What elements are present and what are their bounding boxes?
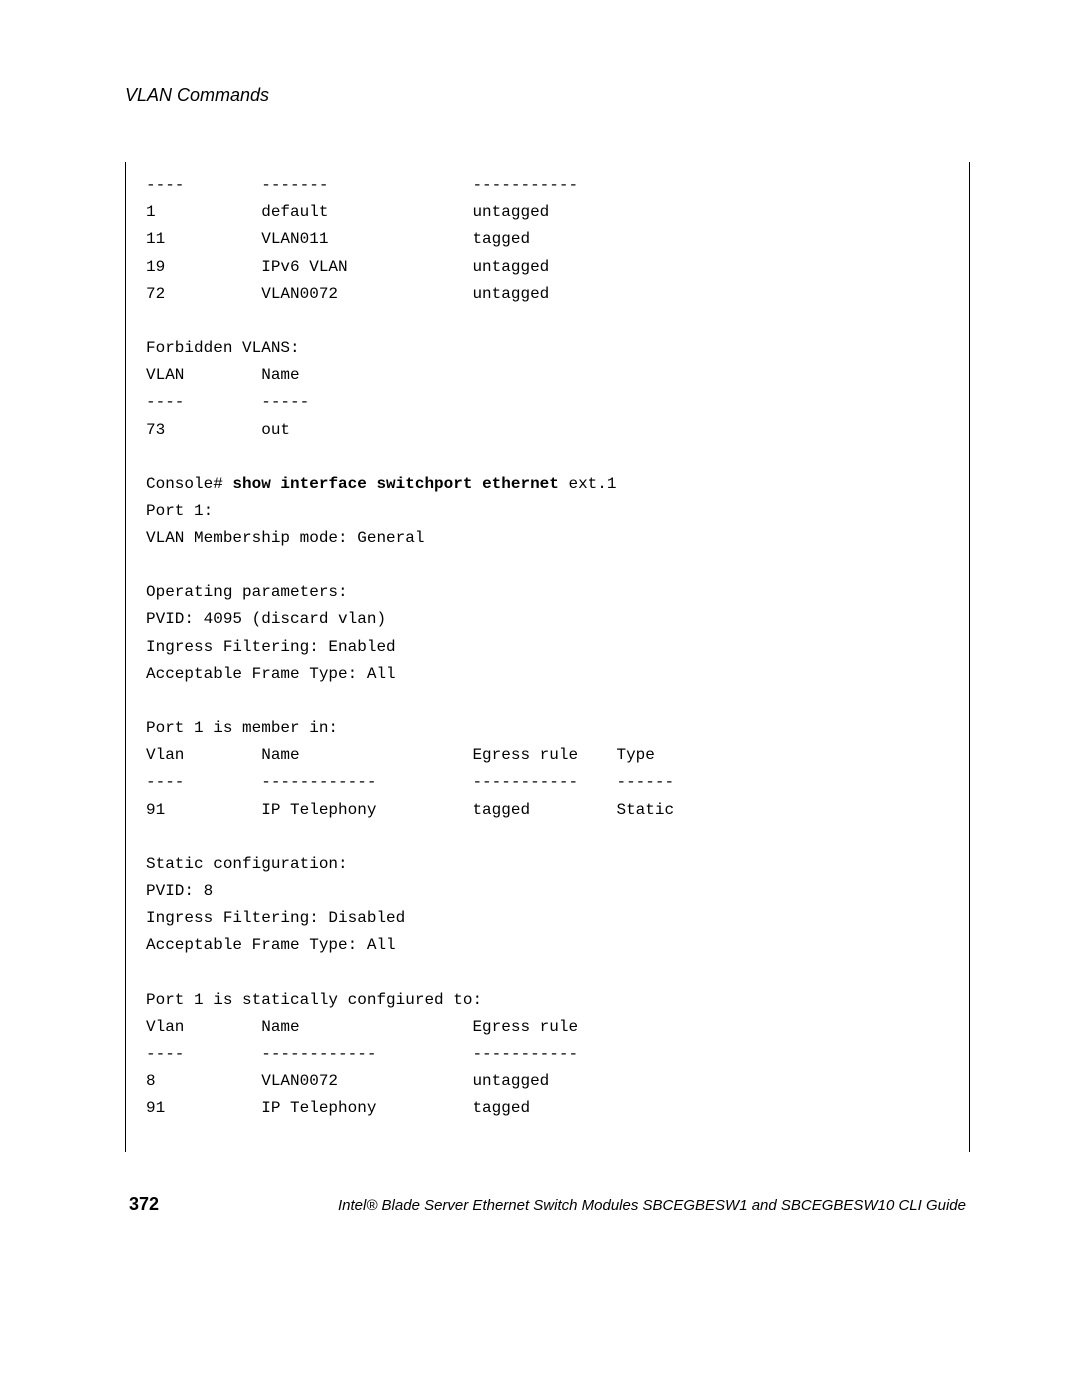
console-command-line: Console# show interface switchport ether…: [146, 471, 949, 498]
code-line: 72 VLAN0072 untagged: [146, 281, 949, 308]
empty-line: [146, 552, 949, 579]
code-line: 1 default untagged: [146, 199, 949, 226]
code-line: ---- ------- -----------: [146, 172, 949, 199]
section-title: VLAN Commands: [125, 85, 970, 106]
code-line: VLAN Membership mode: General: [146, 525, 949, 552]
code-line: ---- -----: [146, 389, 949, 416]
console-command: show interface switchport ethernet: [232, 475, 558, 493]
code-line: 91 IP Telephony tagged Static: [146, 797, 949, 824]
code-line: Ingress Filtering: Enabled: [146, 634, 949, 661]
code-line: 11 VLAN011 tagged: [146, 226, 949, 253]
console-argument: ext.1: [559, 475, 617, 493]
code-line: 91 IP Telephony tagged: [146, 1095, 949, 1122]
empty-line: [146, 960, 949, 987]
code-line: Acceptable Frame Type: All: [146, 661, 949, 688]
code-line: Vlan Name Egress rule Type: [146, 742, 949, 769]
code-line: Acceptable Frame Type: All: [146, 932, 949, 959]
console-prompt: Console#: [146, 475, 232, 493]
empty-line: [146, 308, 949, 335]
code-block: ---- ------- -----------1 default untagg…: [125, 162, 970, 1152]
code-line: Vlan Name Egress rule: [146, 1014, 949, 1041]
code-line: Operating parameters:: [146, 579, 949, 606]
code-line: Ingress Filtering: Disabled: [146, 905, 949, 932]
empty-line: [146, 824, 949, 851]
code-line: Port 1 is statically confgiured to:: [146, 987, 949, 1014]
page-number: 372: [129, 1194, 159, 1215]
page-footer: 372 Intel® Blade Server Ethernet Switch …: [125, 1194, 970, 1215]
code-line: 8 VLAN0072 untagged: [146, 1068, 949, 1095]
code-line: Forbidden VLANS:: [146, 335, 949, 362]
footer-text: Intel® Blade Server Ethernet Switch Modu…: [338, 1197, 966, 1214]
code-line: 19 IPv6 VLAN untagged: [146, 254, 949, 281]
code-line: ---- ------------ -----------: [146, 1041, 949, 1068]
code-line: VLAN Name: [146, 362, 949, 389]
code-line: ---- ------------ ----------- ------: [146, 769, 949, 796]
code-line: Port 1:: [146, 498, 949, 525]
empty-line: [146, 688, 949, 715]
code-line: Static configuration:: [146, 851, 949, 878]
page: VLAN Commands ---- ------- -----------1 …: [0, 0, 1080, 1275]
code-line: Port 1 is member in:: [146, 715, 949, 742]
empty-line: [146, 444, 949, 471]
code-line: PVID: 8: [146, 878, 949, 905]
code-line: 73 out: [146, 417, 949, 444]
code-line: PVID: 4095 (discard vlan): [146, 606, 949, 633]
